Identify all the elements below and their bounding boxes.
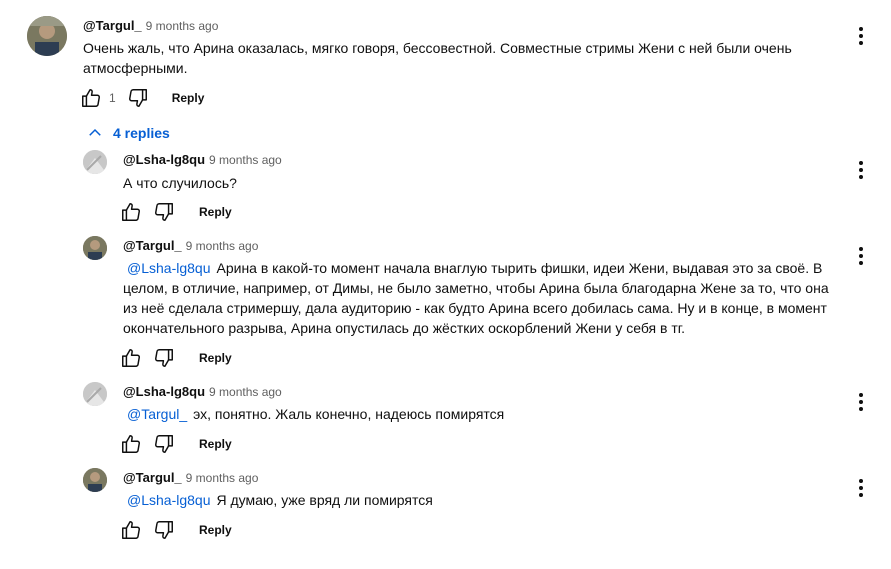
reply-menu-button[interactable] [851, 158, 871, 182]
thumb-down-icon [155, 203, 173, 221]
reply-time[interactable]: 9 months ago [209, 153, 282, 167]
more-vert-icon [859, 393, 863, 411]
replies-count-label: 4 replies [113, 125, 170, 141]
reply-button[interactable]: Reply [199, 351, 232, 365]
thumb-down-icon [155, 435, 173, 453]
dislike-button[interactable] [152, 518, 176, 542]
author-name[interactable]: @Lsha-lg8qu [123, 152, 205, 167]
reply-actions: Reply [119, 518, 232, 542]
reply-time[interactable]: 9 months ago [186, 239, 259, 253]
reply-body: Арина в какой-то момент начала внаглую т… [123, 260, 829, 336]
reply-header: @Targul_ 9 months ago [123, 470, 258, 485]
reply-menu-button[interactable] [851, 390, 871, 414]
thumb-up-icon [122, 349, 140, 367]
thumb-up-icon [122, 435, 140, 453]
reply-header: @Targul_ 9 months ago [123, 238, 258, 253]
reply-actions: Reply [119, 346, 232, 370]
comment-header: @Targul_ 9 months ago [83, 18, 218, 33]
dislike-button[interactable] [152, 432, 176, 456]
like-button[interactable] [119, 432, 143, 456]
reply-text: @Lsha-lg8qu Я думаю, уже вряд ли помирятс… [123, 490, 843, 510]
reply-text: А что случилось? [123, 173, 823, 193]
more-vert-icon [859, 161, 863, 179]
reply-menu-button[interactable] [851, 244, 871, 268]
reply-header: @Lsha-lg8qu 9 months ago [123, 384, 282, 399]
avatar[interactable] [83, 382, 107, 406]
comment-actions: 1 Reply [79, 86, 204, 110]
like-button[interactable] [119, 200, 143, 224]
avatar[interactable] [27, 16, 67, 56]
mention-link[interactable]: @Lsha-lg8qu [127, 260, 211, 276]
dislike-button[interactable] [126, 86, 150, 110]
reply-body: эх, понятно. Жаль конечно, надеюсь помир… [193, 406, 505, 422]
like-button[interactable] [79, 86, 103, 110]
avatar[interactable] [83, 468, 107, 492]
more-vert-icon [859, 247, 863, 265]
thumb-up-icon [122, 203, 140, 221]
mention-link[interactable]: @Lsha-lg8qu [127, 492, 211, 508]
reply-text: @Lsha-lg8qu Арина в какой-то момент начал… [123, 258, 843, 338]
comment-menu-button[interactable] [851, 24, 871, 48]
thumb-down-icon [155, 521, 173, 539]
like-button[interactable] [119, 518, 143, 542]
like-button[interactable] [119, 346, 143, 370]
like-count: 1 [109, 91, 116, 105]
thumb-down-icon [155, 349, 173, 367]
replies-toggle-button[interactable]: 4 replies [86, 124, 170, 142]
mention-link[interactable]: @Targul_ [127, 406, 187, 422]
reply-time[interactable]: 9 months ago [186, 471, 259, 485]
reply-time[interactable]: 9 months ago [209, 385, 282, 399]
thumb-down-icon [128, 89, 147, 107]
reply-button[interactable]: Reply [172, 91, 205, 105]
reply-button[interactable]: Reply [199, 523, 232, 537]
reply-button[interactable]: Reply [199, 437, 232, 451]
comment-text: Очень жаль, что Арина оказалась, мягко г… [83, 40, 792, 76]
thumb-up-icon [82, 89, 100, 107]
more-vert-icon [859, 27, 863, 45]
more-vert-icon [859, 479, 863, 497]
reply-header: @Lsha-lg8qu 9 months ago [123, 152, 282, 167]
reply-body: Я думаю, уже вряд ли помирятся [216, 492, 433, 508]
reply-body: А что случилось? [123, 175, 237, 191]
avatar[interactable] [83, 236, 107, 260]
reply-text: @Targul_ эх, понятно. Жаль конечно, надею… [123, 404, 843, 424]
reply-button[interactable]: Reply [199, 205, 232, 219]
reply-actions: Reply [119, 200, 232, 224]
avatar[interactable] [83, 150, 107, 174]
comment-time[interactable]: 9 months ago [146, 19, 219, 33]
reply-actions: Reply [119, 432, 232, 456]
chevron-up-icon [89, 128, 101, 136]
thumb-up-icon [122, 521, 140, 539]
reply-menu-button[interactable] [851, 476, 871, 500]
author-name[interactable]: @Lsha-lg8qu [123, 384, 205, 399]
dislike-button[interactable] [152, 200, 176, 224]
dislike-button[interactable] [152, 346, 176, 370]
author-name[interactable]: @Targul_ [123, 238, 182, 253]
author-name[interactable]: @Targul_ [123, 470, 182, 485]
author-name[interactable]: @Targul_ [83, 18, 142, 33]
